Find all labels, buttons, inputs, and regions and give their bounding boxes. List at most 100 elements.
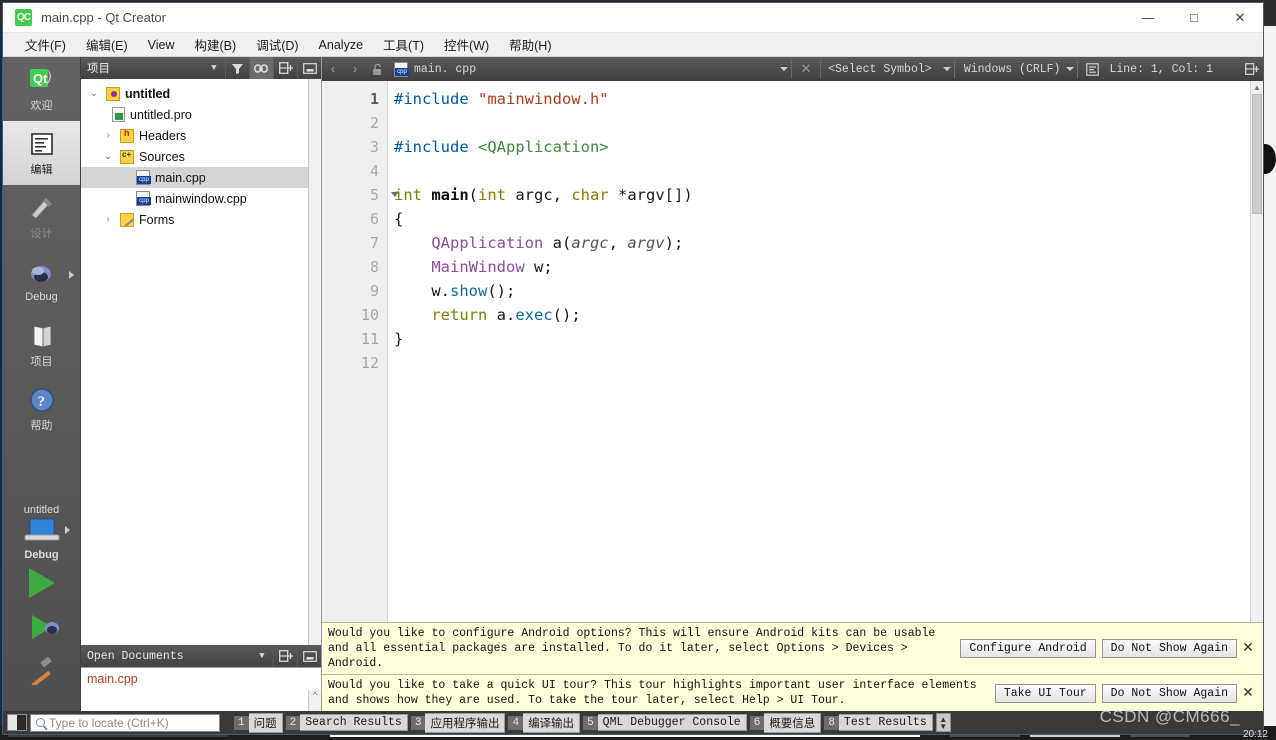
close-document-button[interactable]: ✕ bbox=[795, 57, 817, 81]
output-tab-number: 2 bbox=[285, 715, 301, 730]
expand-chevron-icon[interactable]: › bbox=[101, 214, 115, 225]
output-tab-compile-output[interactable]: 4 编译输出 bbox=[508, 712, 581, 733]
open-file-chip[interactable]: main. cpp bbox=[388, 61, 480, 77]
fold-marker-icon[interactable] bbox=[391, 192, 399, 197]
project-tree-scrollbar[interactable] bbox=[308, 79, 321, 645]
kit-expand-arrow-icon[interactable] bbox=[64, 526, 70, 534]
debug-config-arrow-icon[interactable] bbox=[69, 271, 74, 279]
symbol-dropdown-icon[interactable] bbox=[942, 67, 951, 71]
take-ui-tour-button[interactable]: Take UI Tour bbox=[994, 683, 1096, 703]
ui-tour-infobar-text: Would you like to take a quick UI tour? … bbox=[328, 679, 977, 707]
design-brush-icon bbox=[27, 193, 57, 223]
mode-design-label: 设计 bbox=[30, 228, 53, 240]
minimize-button[interactable]: — bbox=[1125, 3, 1171, 33]
code-line: { bbox=[394, 210, 404, 228]
line-ending-selector[interactable]: Windows (CRLF) bbox=[958, 57, 1067, 81]
mode-help[interactable]: ? 帮助 bbox=[3, 377, 80, 441]
tree-item-sources[interactable]: ⌄ Sources bbox=[81, 146, 321, 167]
lock-icon[interactable] bbox=[366, 57, 388, 81]
menu-tools[interactable]: 工具(T) bbox=[373, 33, 434, 56]
close-button[interactable]: ✕ bbox=[1217, 3, 1263, 33]
menu-analyze[interactable]: Analyze bbox=[309, 36, 373, 54]
link-sync-icon[interactable] bbox=[249, 57, 273, 79]
navigate-forward-button[interactable]: › bbox=[344, 57, 366, 81]
editor-area[interactable]: 1 2 3 4 5 6 7 8 9 10 11 12 #include "mai… bbox=[322, 81, 1263, 622]
toggle-sidebar-icon[interactable] bbox=[7, 714, 27, 731]
output-tab-issues[interactable]: 1 问题 bbox=[234, 712, 283, 733]
do-not-show-again-button[interactable]: Do Not Show Again bbox=[1101, 683, 1237, 703]
split-icon[interactable] bbox=[273, 57, 297, 79]
chevron-down-icon[interactable]: ▼ bbox=[203, 63, 225, 73]
open-documents-list[interactable]: main.cpp ^ bbox=[81, 667, 321, 711]
do-not-show-again-button[interactable]: Do Not Show Again bbox=[1101, 639, 1237, 658]
mode-projects[interactable]: 项目 bbox=[3, 313, 80, 377]
minimize-icon[interactable] bbox=[297, 57, 321, 79]
start-debugging-button[interactable] bbox=[3, 605, 80, 649]
project-tree[interactable]: ⌄ untitled untitled.pro › Headers ⌄ Sour… bbox=[81, 79, 321, 645]
tree-item-headers[interactable]: › Headers bbox=[81, 125, 321, 146]
output-tab-label: Test Results bbox=[838, 714, 933, 731]
tree-item-forms[interactable]: › Forms bbox=[81, 209, 321, 230]
tree-item-pro-file[interactable]: untitled.pro bbox=[81, 104, 321, 125]
menu-help[interactable]: 帮助(H) bbox=[499, 33, 561, 56]
ui-tour-infobar: Would you like to take a quick UI tour? … bbox=[322, 674, 1263, 711]
collapse-chevron-icon[interactable]: ⌄ bbox=[87, 88, 101, 99]
scrollbar-thumb[interactable] bbox=[1252, 94, 1262, 214]
close-icon[interactable]: ✕ bbox=[1237, 685, 1259, 702]
kit-selector[interactable]: untitled Debug bbox=[3, 500, 80, 561]
tree-item-untitled[interactable]: ⌄ untitled bbox=[81, 83, 321, 104]
symbol-selector[interactable]: <Select Symbol> bbox=[824, 63, 932, 76]
open-documents-scrollbar[interactable]: ^ bbox=[308, 690, 321, 711]
menu-file[interactable]: 文件(F) bbox=[15, 33, 76, 56]
output-tabs-spinner[interactable]: ▲ ▼ bbox=[935, 713, 951, 732]
headers-folder-icon bbox=[120, 128, 134, 143]
tree-item-main-cpp[interactable]: main.cpp bbox=[81, 167, 321, 188]
output-tab-search-results[interactable]: 2 Search Results bbox=[285, 713, 408, 732]
file-dropdown-icon[interactable] bbox=[780, 67, 789, 71]
text-settings-icon[interactable] bbox=[1081, 57, 1103, 81]
line-number: 11 bbox=[360, 330, 379, 348]
menu-debug[interactable]: 调试(D) bbox=[246, 33, 308, 56]
output-tab-application-output[interactable]: 3 应用程序输出 bbox=[410, 712, 506, 733]
play-triangle-icon bbox=[28, 568, 55, 598]
line-number: 4 bbox=[369, 162, 379, 180]
menu-build[interactable]: 构建(B) bbox=[185, 33, 247, 56]
close-icon[interactable]: ✕ bbox=[1237, 640, 1259, 657]
split-icon[interactable] bbox=[273, 645, 297, 667]
output-tab-test-results[interactable]: 8 Test Results bbox=[824, 713, 933, 732]
menu-edit[interactable]: 编辑(E) bbox=[76, 33, 138, 56]
mode-debug[interactable]: Debug bbox=[3, 249, 80, 313]
line-number: 8 bbox=[369, 258, 379, 276]
output-tab-general-messages[interactable]: 6 概要信息 bbox=[749, 712, 822, 733]
line-number: 1 bbox=[369, 90, 379, 108]
build-project-button[interactable] bbox=[3, 649, 80, 693]
tree-item-label: Sources bbox=[139, 149, 185, 164]
code-text[interactable]: #include "mainwindow.h" #include <QAppli… bbox=[388, 81, 1263, 622]
split-icon[interactable] bbox=[1241, 57, 1263, 81]
collapse-chevron-icon[interactable]: ⌄ bbox=[101, 151, 115, 162]
open-document-item[interactable]: main.cpp bbox=[81, 668, 321, 690]
editor-scrollbar[interactable]: ▲ bbox=[1250, 81, 1263, 622]
configure-android-button[interactable]: Configure Android bbox=[960, 639, 1096, 658]
minimize-icon[interactable] bbox=[297, 645, 321, 667]
mode-welcome[interactable]: Qt 欢迎 bbox=[3, 57, 80, 121]
navigate-back-button[interactable]: ‹ bbox=[322, 57, 344, 81]
menu-view[interactable]: View bbox=[138, 36, 185, 54]
qt-creator-logo-icon: QC bbox=[15, 9, 32, 26]
tree-item-mainwindow-cpp[interactable]: mainwindow.cpp bbox=[81, 188, 321, 209]
project-panel-header: 项目 ▼ bbox=[81, 57, 321, 79]
tree-item-label: untitled.pro bbox=[130, 107, 192, 122]
menu-widgets[interactable]: 控件(W) bbox=[434, 33, 499, 56]
android-infobar: Would you like to configure Android opti… bbox=[322, 622, 1263, 674]
maximize-button[interactable]: □ bbox=[1171, 3, 1217, 33]
tree-item-label: Headers bbox=[139, 128, 187, 143]
scroll-up-icon[interactable]: ▲ bbox=[1251, 81, 1263, 94]
expand-chevron-icon[interactable]: › bbox=[101, 130, 115, 141]
locator-input[interactable]: Type to locate (Ctrl+K) bbox=[30, 713, 220, 732]
chevron-down-icon[interactable]: ▼ bbox=[251, 651, 273, 661]
filter-icon[interactable] bbox=[225, 57, 249, 79]
line-ending-dropdown-icon[interactable] bbox=[1066, 67, 1075, 71]
output-tab-qml-debugger-console[interactable]: 5 QML Debugger Console bbox=[583, 713, 747, 732]
mode-edit[interactable]: 编辑 bbox=[3, 121, 80, 185]
run-button[interactable] bbox=[3, 561, 80, 605]
